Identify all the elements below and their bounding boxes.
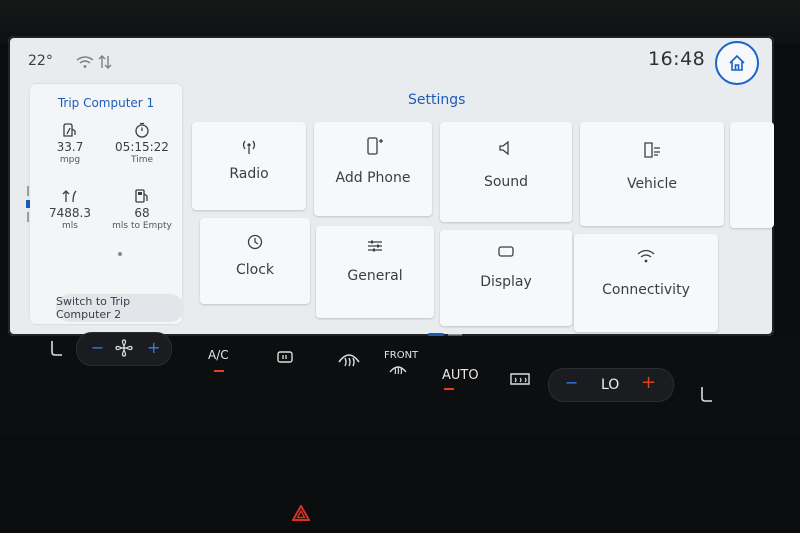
phone-add-icon (367, 137, 383, 155)
outside-temperature: 22° (28, 53, 53, 69)
trip-computer-title: Trip Computer 1 (57, 96, 155, 110)
clock-readout: 16:48 (648, 48, 706, 70)
page-dot (118, 252, 122, 256)
temp-minus-button[interactable]: − (565, 373, 578, 392)
speaker-icon (499, 140, 509, 156)
climate-control-bar: − + A/C FRONT AUTO − LO + (0, 332, 800, 436)
tile-connectivity[interactable]: Connectivity (574, 234, 718, 332)
switch-trip-computer-button[interactable]: Switch to Trip Computer 2 (56, 294, 184, 322)
passenger-seat-heat-icon[interactable] (694, 384, 718, 408)
clock-icon (247, 234, 263, 250)
front-defrost-icon[interactable] (388, 362, 408, 376)
fan-speed-control: − + (76, 332, 172, 366)
wifi-status-icon (76, 56, 94, 68)
tile-clock[interactable]: Clock (200, 218, 310, 304)
temperature-readout: LO (601, 377, 620, 393)
touchscreen: 22° 16:48 Trip Computer 1 33.7 mpg 05:15… (8, 36, 774, 336)
hazard-warning-icon[interactable] (292, 505, 310, 521)
stopwatch-icon (135, 122, 149, 138)
status-bar: 22° 16:48 (8, 36, 774, 85)
recirculation-icon[interactable] (276, 350, 296, 368)
temp-plus-button[interactable]: + (641, 372, 656, 393)
data-transfer-icon (98, 55, 112, 69)
radio-icon (242, 140, 256, 154)
ac-button[interactable]: A/C (208, 348, 229, 362)
fan-plus-button[interactable]: + (147, 338, 160, 357)
home-icon (729, 54, 745, 71)
tile-sound[interactable]: Sound (440, 122, 572, 222)
fuel-economy-icon (63, 123, 76, 137)
fuel-pump-icon (135, 189, 148, 203)
temperature-control: − LO + (548, 368, 674, 402)
driver-seat-heat-icon[interactable] (44, 338, 68, 362)
front-defrost-label: FRONT (384, 350, 419, 361)
vehicle-settings-icon (644, 142, 660, 158)
rear-defrost-icon[interactable] (508, 370, 532, 388)
tile-radio[interactable]: Radio (192, 122, 306, 210)
display-icon (498, 246, 514, 257)
fan-icon (115, 339, 133, 357)
settings-title: Settings (408, 92, 466, 108)
auto-indicator (444, 388, 454, 390)
tile-display[interactable]: Display (440, 230, 572, 326)
ac-indicator (214, 370, 224, 372)
home-button[interactable] (715, 41, 759, 85)
trip-metric-range: 68 mls to Empty (106, 188, 178, 231)
tile-add-phone[interactable]: Add Phone (314, 122, 432, 216)
max-defrost-icon[interactable] (336, 348, 362, 372)
tile-partial-next (730, 122, 774, 228)
sliders-icon (368, 240, 382, 252)
tile-vehicle[interactable]: Vehicle (580, 122, 724, 226)
trip-metric-economy: 33.7 mpg (34, 122, 106, 165)
tile-general[interactable]: General (316, 226, 434, 318)
trip-computer-panel: Trip Computer 1 33.7 mpg 05:15:22 Time 7… (30, 84, 184, 324)
trip-metric-time: 05:15:22 Time (106, 122, 178, 165)
wifi-icon (637, 249, 655, 263)
fan-minus-button[interactable]: − (91, 338, 104, 357)
distance-icon (62, 190, 77, 203)
auto-climate-button[interactable]: AUTO (442, 368, 479, 383)
trip-metric-distance: 7488.3 mls (34, 188, 106, 231)
